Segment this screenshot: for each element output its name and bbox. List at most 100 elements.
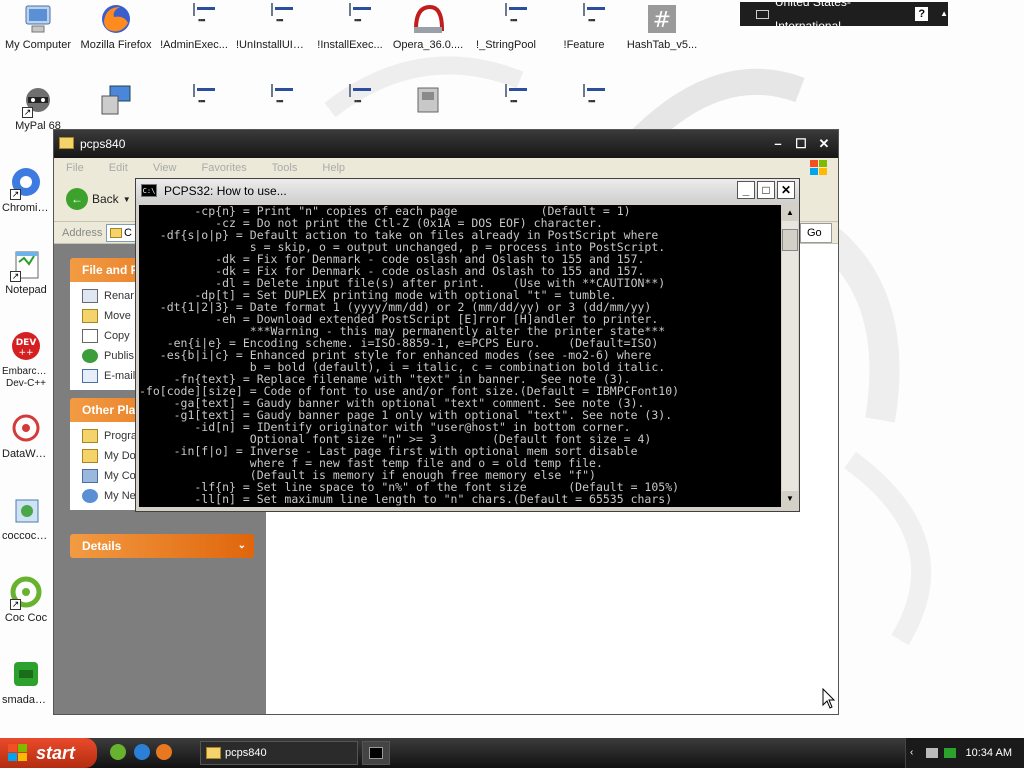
desktop-icon-mypal[interactable]: ↗ MyPal 68 bbox=[0, 84, 76, 132]
installer-icon bbox=[10, 494, 42, 526]
desktop-icon-row2-8[interactable] bbox=[546, 84, 622, 128]
network-icon bbox=[82, 489, 98, 503]
explorer-titlebar[interactable]: pcps840 – ☐ ✕ bbox=[54, 130, 838, 158]
text-file-icon bbox=[334, 84, 366, 116]
taskbar-item-explorer[interactable]: pcps840 bbox=[200, 741, 358, 765]
language-label: United States-International bbox=[774, 0, 851, 33]
maximize-button[interactable]: ☐ bbox=[791, 134, 811, 154]
close-button[interactable]: ✕ bbox=[814, 134, 834, 154]
taskbar-item-console[interactable] bbox=[362, 741, 390, 765]
opera-installer-icon bbox=[412, 3, 445, 35]
menu-favorites[interactable]: Favorites bbox=[202, 162, 247, 174]
details-header[interactable]: Details ⌄ bbox=[70, 534, 254, 558]
explorer-title: pcps840 bbox=[80, 137, 126, 151]
text-file-icon bbox=[256, 3, 288, 35]
scroll-up-icon[interactable]: ▲ bbox=[782, 205, 798, 221]
help-icon[interactable]: ? bbox=[915, 7, 929, 21]
keyboard-icon bbox=[756, 9, 769, 19]
minimize-button[interactable]: – bbox=[768, 134, 788, 154]
installer-icon bbox=[412, 84, 444, 116]
go-button[interactable]: Go bbox=[800, 223, 832, 243]
menu-help[interactable]: Help bbox=[322, 162, 345, 174]
desktop-icon-row2-6[interactable] bbox=[390, 84, 466, 128]
tray-expand-icon[interactable]: ‹ bbox=[910, 738, 913, 768]
desktop-icon-row2-2[interactable] bbox=[78, 84, 154, 128]
rename-icon bbox=[82, 289, 98, 303]
folder-icon bbox=[59, 137, 74, 149]
back-dropdown-icon[interactable]: ▼ bbox=[123, 195, 131, 204]
desktop-icon-installexec[interactable]: !InstallExec... bbox=[312, 3, 388, 51]
desktop-icon-coccoc-vi[interactable]: coccoc_vi bbox=[0, 494, 52, 542]
console-maximize-button[interactable]: □ bbox=[757, 181, 775, 199]
system-tray: ‹ 10:34 AM bbox=[905, 738, 1024, 768]
desktop-icon-feature[interactable]: !Feature bbox=[546, 3, 622, 51]
desktop-icon-devcpp[interactable]: DEV++ Embarcadero Dev-C++ bbox=[0, 330, 52, 390]
desktop-icon-row2-5[interactable] bbox=[312, 84, 388, 128]
desktop-icon-uninstalluiseq[interactable]: !UnInstallUISeq... bbox=[234, 3, 310, 51]
desktop-icon-chromium[interactable]: ↗ Chromium bbox=[0, 166, 52, 214]
desktop-icon-notepad[interactable]: ↗ Notepad bbox=[0, 248, 52, 296]
firefox-quicklaunch-icon[interactable] bbox=[156, 744, 172, 760]
desktop-icon-opera[interactable]: Opera_36.0.... bbox=[390, 3, 466, 51]
start-button[interactable]: start bbox=[0, 738, 97, 768]
menu-view[interactable]: View bbox=[153, 162, 177, 174]
desktop-icon-smadav[interactable]: smadav20 bbox=[0, 658, 52, 706]
menu-file[interactable]: File bbox=[66, 162, 84, 174]
text-file-icon bbox=[490, 84, 522, 116]
smadav-icon bbox=[10, 658, 42, 690]
clock[interactable]: 10:34 AM bbox=[966, 738, 1012, 768]
datawagon-icon bbox=[10, 412, 42, 444]
console-icon bbox=[369, 747, 383, 759]
language-bar-options[interactable]: ▲ bbox=[940, 2, 948, 26]
coccoc-quicklaunch-icon[interactable] bbox=[110, 744, 126, 760]
svg-text:#: # bbox=[653, 8, 671, 33]
email-icon bbox=[82, 369, 98, 383]
scroll-down-icon[interactable]: ▼ bbox=[782, 491, 798, 507]
text-file-icon bbox=[334, 3, 366, 35]
console-icon: C:\ bbox=[141, 184, 157, 197]
desktop-icon-datawagon[interactable]: DataWagon bbox=[0, 412, 52, 460]
devcpp-icon: DEV ++ bbox=[10, 330, 42, 362]
desktop-icon-adminexec[interactable]: !AdminExec... bbox=[156, 3, 232, 51]
raccoon-icon: ↗ bbox=[22, 84, 54, 118]
desktop-icon-coccoc[interactable]: ↗ Coc Coc bbox=[0, 576, 52, 624]
desktop-icon-row2-3[interactable] bbox=[156, 84, 232, 128]
desktop-icon-my-computer[interactable]: My Computer bbox=[0, 3, 76, 51]
desktop-icon-row2-4[interactable] bbox=[234, 84, 310, 128]
text-file-icon bbox=[568, 3, 600, 35]
address-input[interactable]: C bbox=[106, 224, 136, 242]
text-file-icon bbox=[490, 3, 522, 35]
hash-icon: # bbox=[646, 3, 678, 35]
taskbar: start pcps840 ‹ 10:34 AM bbox=[0, 738, 1024, 768]
mouse-cursor-icon bbox=[822, 688, 836, 709]
desktop-icon-hashtab[interactable]: # HashTab_v5... bbox=[624, 3, 700, 51]
smadav-tray-icon[interactable] bbox=[944, 748, 956, 758]
console-minimize-button[interactable]: _ bbox=[737, 181, 755, 199]
svg-text:++: ++ bbox=[18, 348, 33, 358]
explorer-menubar: File Edit View Favorites Tools Help bbox=[54, 158, 838, 178]
back-button[interactable]: ← Back ▼ bbox=[66, 188, 131, 210]
menu-tools[interactable]: Tools bbox=[272, 162, 298, 174]
ie-quicklaunch-icon[interactable] bbox=[134, 744, 150, 760]
console-scrollbar[interactable]: ▲ ▼ bbox=[782, 205, 798, 507]
text-file-icon bbox=[256, 84, 288, 116]
console-close-button[interactable]: ✕ bbox=[777, 181, 795, 199]
console-output[interactable]: -cp{n} = Print "n" copies of each page (… bbox=[139, 205, 781, 507]
desktop-icon-firefox[interactable]: Mozilla Firefox bbox=[78, 3, 154, 51]
copy-icon bbox=[82, 329, 98, 343]
desktop-icon-stringpool[interactable]: !_StringPool bbox=[468, 3, 544, 51]
chromium-icon: ↗ bbox=[10, 166, 42, 200]
text-file-icon bbox=[568, 84, 600, 116]
desktop-icon-row2-7[interactable] bbox=[468, 84, 544, 128]
chevron-down-icon[interactable]: ⌄ bbox=[238, 534, 246, 558]
console-titlebar[interactable]: C:\ PCPS32: How to use... _ □ ✕ bbox=[136, 179, 799, 203]
documents-icon bbox=[82, 449, 98, 463]
console-line: -ll[n] = Set maximum line length to "n" … bbox=[139, 492, 673, 506]
folder-icon bbox=[110, 228, 122, 238]
windows-logo-icon bbox=[810, 160, 827, 175]
language-bar[interactable]: United States-International ? ▲ bbox=[740, 0, 948, 33]
console-title: PCPS32: How to use... bbox=[164, 184, 287, 198]
network-tray-icon[interactable] bbox=[926, 748, 938, 758]
menu-edit[interactable]: Edit bbox=[109, 162, 128, 174]
scroll-thumb[interactable] bbox=[782, 229, 798, 251]
